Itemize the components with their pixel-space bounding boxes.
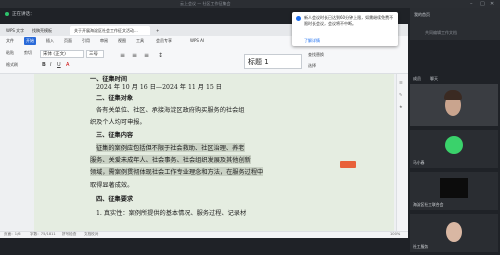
doc-heading-3: 三、征集内容 (96, 132, 134, 139)
menu-page[interactable]: 页面 (62, 37, 74, 45)
participant-video-icon (440, 178, 468, 198)
doc-date-range: 2024 年 10 月 16 日—2024 年 11 月 15 日 (96, 84, 222, 91)
menu-reference[interactable]: 引用 (80, 37, 92, 45)
select-button[interactable]: 选择 (308, 63, 316, 69)
cut-button[interactable]: 剪切 (24, 50, 32, 56)
menu-view[interactable]: 视图 (116, 37, 128, 45)
paste-button[interactable]: 粘贴 (6, 50, 14, 56)
meeting-title: 云上会议 — 社区工作征集会 (180, 1, 231, 6)
tab-template[interactable]: 找稿壳模板 (28, 26, 56, 35)
doc-para-3d: 取得显著成效。 (90, 182, 134, 189)
doc-para-3c: 领域，需案例贯彻体现社会工作专业理念和方法，在服务过程中 (90, 167, 264, 176)
style-heading1[interactable]: 标题 1 (248, 57, 269, 67)
status-spell-check[interactable]: 拼写检查 (62, 232, 76, 237)
tab-document[interactable]: 关于开展海淀区社会工作征文活动... (70, 26, 150, 35)
doc-para-2a: 各有关单位、社区、承接海淀区政府购买服务的社会组 (96, 107, 245, 114)
participant-name: 社工服务 (413, 244, 429, 249)
menu-insert[interactable]: 插入 (44, 37, 56, 45)
participant-hair-icon (444, 90, 462, 100)
participant-name: 海淀区社工联合会 (413, 202, 444, 207)
participant-face-icon (446, 222, 462, 242)
host-name: 我的首页 (414, 12, 430, 17)
status-zoom[interactable]: 100% (390, 232, 400, 236)
menu-member[interactable]: 会员专享 (154, 37, 174, 45)
tab-members[interactable]: 成员 (413, 76, 421, 82)
underline-button[interactable]: U (57, 62, 61, 68)
align-left-icon[interactable]: ≡ (120, 52, 125, 59)
menu-review[interactable]: 审阅 (98, 37, 110, 45)
participant-name: 马小春 (413, 160, 425, 165)
side-pane-icon[interactable]: ✎ (399, 92, 402, 97)
toast-message: 新人会议时长已达到60分钟上限，如需继续免费不限时长会议，会议将不中断。 (304, 15, 394, 26)
maximize-icon[interactable]: □ (480, 1, 485, 7)
right-side-pane (396, 74, 408, 231)
doc-heading-4: 四、征集要求 (96, 196, 134, 203)
bold-button[interactable]: B (42, 62, 46, 68)
doc-para-4a: 1. 真实性：案例所提供的基本情况、服务过程、记录材 (96, 210, 247, 217)
font-color-button[interactable]: A (66, 62, 69, 68)
status-page[interactable]: 页面：1/6 (4, 232, 21, 237)
align-right-icon[interactable]: ≡ (144, 52, 149, 59)
speaking-indicator-icon (5, 12, 9, 16)
menu-home[interactable]: 开始 (24, 37, 36, 45)
meeting-bottom-strip (0, 238, 408, 255)
menu-tools[interactable]: 工具 (134, 37, 146, 45)
font-size-select[interactable]: 三号 (86, 50, 104, 58)
floating-ai-badge-icon[interactable] (340, 161, 356, 168)
info-icon (296, 16, 301, 21)
doc-heading-2: 二、征集对象 (96, 95, 134, 102)
participant-avatar-icon (445, 136, 463, 154)
find-replace-button[interactable]: 查找替换 (308, 52, 324, 58)
doc-para-3b: 服务、关爱未成年人、社会事务、社会组织发展及其他创新 (90, 155, 251, 164)
status-proofread[interactable]: 文档校对 (84, 232, 98, 237)
minimize-icon[interactable]: – (470, 1, 473, 7)
italic-button[interactable]: I (50, 62, 51, 68)
menu-wps-ai[interactable]: WPS AI (188, 37, 206, 45)
tab-wps-home[interactable]: WPS 文字 (2, 26, 28, 35)
close-icon[interactable]: ✕ (490, 1, 494, 7)
new-tab-button[interactable]: + (152, 26, 163, 35)
toast-learn-more-link[interactable]: 了解详情 (304, 38, 320, 44)
meeting-title-bar (0, 0, 500, 8)
doc-para-2b: 织及个人均可申报。 (90, 119, 146, 126)
align-center-icon[interactable]: ≡ (132, 52, 137, 59)
font-name-select[interactable]: 宋体 (正文) (40, 50, 84, 58)
line-spacing-icon[interactable]: ↕ (158, 52, 163, 59)
host-subtitle: 共同编辑工作文档 (425, 30, 457, 35)
side-pane-icon[interactable]: ☰ (399, 80, 403, 85)
menu-file[interactable]: 文件 (4, 37, 16, 45)
speaking-label: 正在讲话： (12, 12, 35, 17)
doc-para-3a: 征集的案例应包括但不限于社会救助、社区治理、养老 (96, 143, 245, 152)
status-words[interactable]: 字数：75/1811 (30, 232, 56, 237)
format-painter-button[interactable]: 格式刷 (6, 62, 18, 68)
side-pane-icon[interactable]: ★ (399, 104, 403, 109)
tab-chat[interactable]: 聊天 (430, 76, 438, 82)
